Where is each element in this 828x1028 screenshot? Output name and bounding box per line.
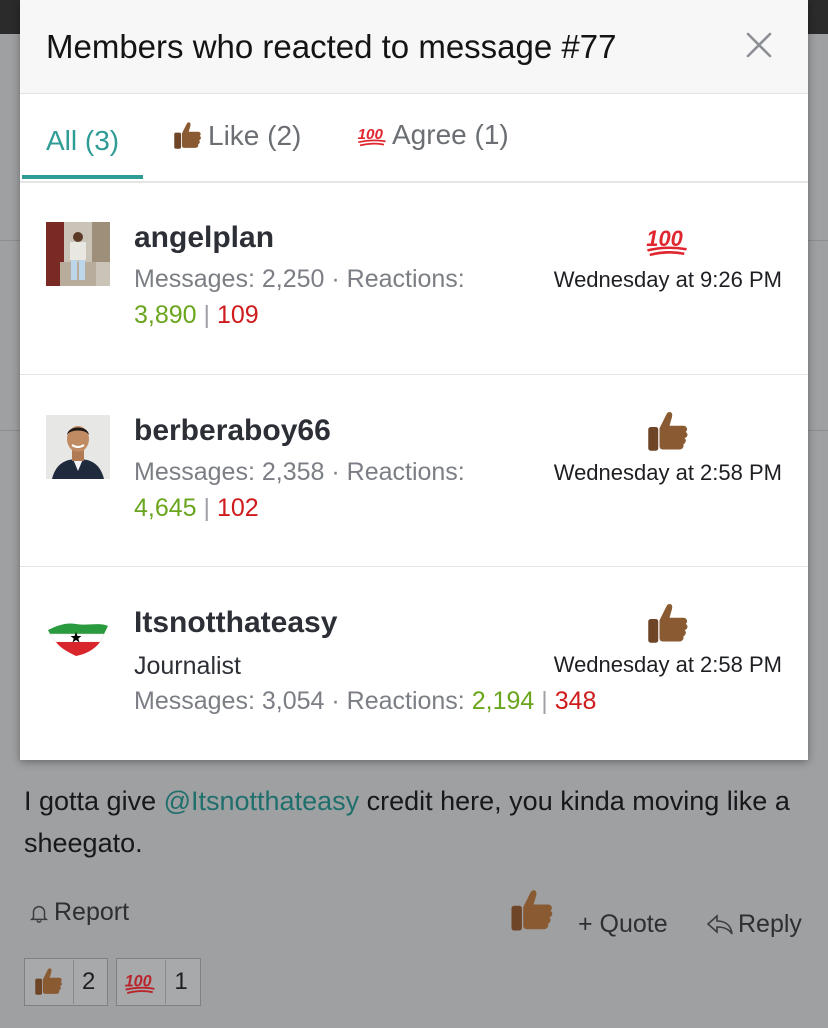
post-text-start: I gotta give [24,786,164,816]
separator: · [331,458,340,486]
messages-count: 2,250 [261,265,325,293]
reply-arrow-icon [706,913,733,934]
reaction-summary: 2 100 1 [24,958,201,1006]
pipe-separator: | [203,494,211,522]
reaction-time: Wednesday at 9:26 PM [553,267,782,292]
member-row: Itsnotthateasy Journalist Messages: 3,05… [20,566,808,760]
post-body: I gotta give @Itsnotthateasy credit here… [24,780,814,864]
reactions-negative: 102 [216,494,259,522]
tab-like[interactable]: Like (2) [170,119,301,153]
reactions-positive: 3,890 [134,301,197,329]
avatar[interactable] [46,415,110,479]
reactions-positive: 4,645 [134,494,197,522]
quote-button[interactable]: + Quote [578,910,668,939]
reactions-modal: Members who reacted to message #77 All (… [20,0,808,760]
divider [73,960,74,1004]
pipe-separator: | [203,301,211,329]
messages-label: Messages: [134,265,255,293]
avatar[interactable] [46,222,110,286]
tab-label: All (3) [46,125,120,156]
reactions-label: Reactions: [346,265,465,293]
member-name[interactable]: berberaboy66 [134,414,331,448]
messages-label: Messages: [134,687,255,715]
thumbs-up-icon [648,412,688,451]
thumbs-up-icon [174,122,201,149]
reaction-count: 1 [174,968,188,995]
reactions-label: Reactions: [346,458,465,486]
reaction-count-like[interactable]: 2 [24,958,109,1006]
modal-title: Members who reacted to message #77 [46,28,617,65]
reply-button[interactable]: Reply [706,910,802,939]
member-stats: Messages: 3,054 · Reactions: 2,194 | 348 [134,683,596,719]
reactions-negative: 348 [554,687,597,715]
separator: · [331,265,340,293]
reaction-count: 2 [82,968,96,995]
active-tab-indicator [22,175,143,179]
reaction-time: Wednesday at 2:58 PM [553,460,782,485]
thumbs-up-icon [648,604,688,643]
member-stats: Messages: 2,358 · Reactions: 4,645 | 102 [134,454,465,526]
member-row: angelplan Messages: 2,250 · Reactions: 3… [20,183,808,375]
member-title: Journalist [134,652,241,680]
post-actions: Report + Quote Reply [0,880,828,950]
reactions-positive: 2,194 [471,687,535,715]
hundred-icon: 100 [125,972,155,994]
hundred-icon: 100 [358,126,386,147]
divider [165,960,167,1004]
close-icon[interactable] [744,30,774,60]
report-label: Report [54,898,130,926]
reaction-tabs: All (3) Like (2) 100 Agree (1) [20,93,808,183]
member-name[interactable]: angelplan [134,221,274,255]
messages-count: 3,054 [261,687,325,715]
member-stats: Messages: 2,250 · Reactions: 3,890 | 109 [134,261,465,333]
report-button[interactable]: Report [28,898,129,927]
reactions-negative: 109 [216,301,259,329]
user-mention-link[interactable]: @Itsnotthateasy [164,786,360,816]
hundred-icon: 100 [646,226,687,257]
reaction-count-agree[interactable]: 100 1 [116,958,201,1006]
avatar[interactable] [46,604,110,668]
thumbs-up-icon[interactable] [505,884,557,938]
tab-label: Agree (1) [392,119,509,150]
pipe-separator: | [541,687,548,715]
modal-header: Members who reacted to message #77 [20,0,808,94]
member-name[interactable]: Itsnotthateasy [134,606,337,640]
reaction-time: Wednesday at 2:58 PM [553,652,782,677]
tab-all[interactable]: All (3) [46,125,119,157]
tab-agree[interactable]: 100 Agree (1) [356,119,509,151]
thumbs-up-icon [35,968,62,995]
separator: · [331,687,340,715]
messages-label: Messages: [134,458,255,486]
member-row: berberaboy66 Messages: 2,358 · Reactions… [20,374,808,567]
reactions-label: Reactions: [346,687,465,715]
messages-count: 2,358 [261,458,325,486]
bell-icon [29,905,49,923]
reply-label: Reply [738,910,802,938]
tab-label: Like (2) [208,120,302,151]
